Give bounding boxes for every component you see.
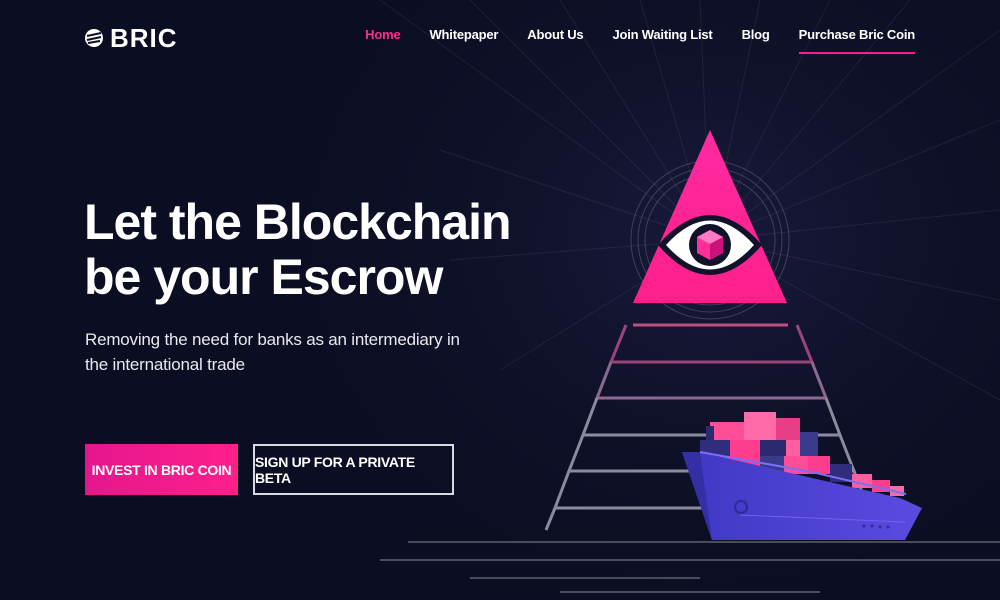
water-lines [380,541,1000,593]
all-seeing-eye-icon [633,130,787,303]
hero-title-line-1: Let the Blockchain [84,194,512,250]
hero-title: Let the Blockchain be your Escrow [84,194,512,305]
hero-subtitle: Removing the need for banks as an interm… [85,330,460,374]
nav-item-home[interactable]: Home [365,26,401,54]
main-nav: Home Whitepaper About Us Join Waiting Li… [365,26,915,54]
pyramid-steps [544,323,871,531]
landing-page: BRIC Home Whitepaper About Us Join Waiti… [0,0,1000,600]
nav-item-whitepaper[interactable]: Whitepaper [429,26,498,54]
brand-name: BRIC [110,23,178,53]
nav-item-blog[interactable]: Blog [742,26,770,54]
brand-logo[interactable]: BRIC [84,24,178,52]
cargo-ship-icon [682,412,922,540]
invest-button[interactable]: INVEST IN BRIC COIN [85,444,238,495]
eye-rings [630,160,790,320]
nav-item-about-us[interactable]: About Us [527,26,583,54]
nav-item-purchase-bric-coin[interactable]: Purchase Bric Coin [798,26,915,54]
nav-item-join-waiting-list[interactable]: Join Waiting List [612,26,712,54]
private-beta-signup-button[interactable]: SIGN UP FOR A PRIVATE BETA [253,444,454,495]
bric-logo-icon [85,29,103,47]
hero-title-line-2: be your Escrow [84,249,443,305]
